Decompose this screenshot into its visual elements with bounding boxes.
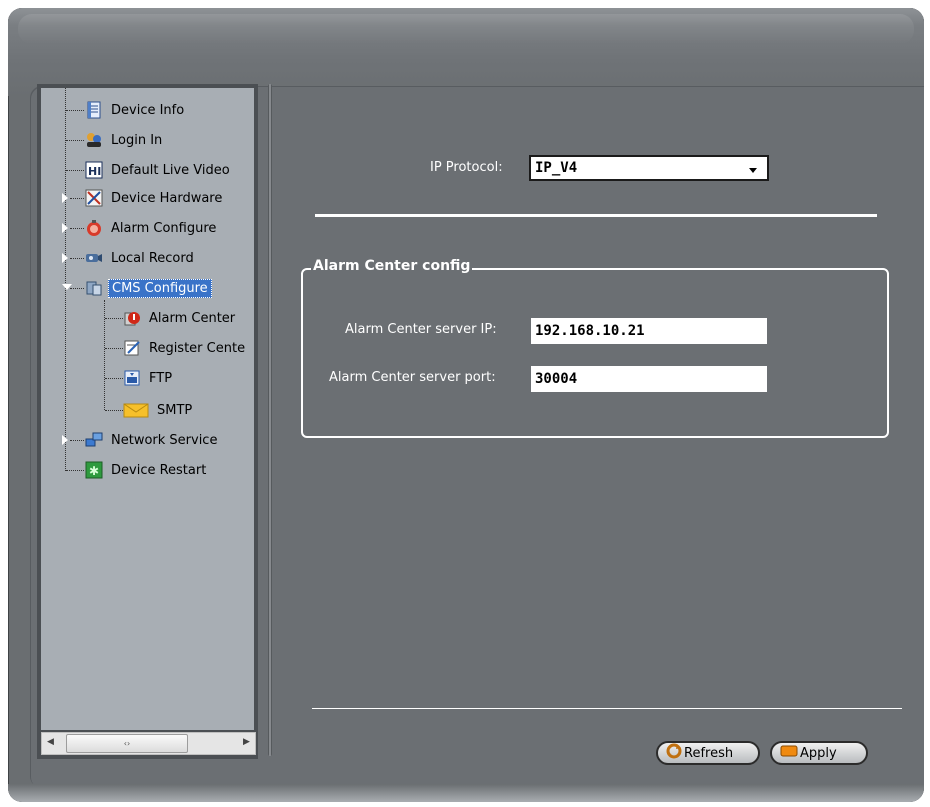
hardware-tools-icon — [85, 189, 103, 207]
tree-item-device-restart[interactable]: ✱ Device Restart — [85, 458, 209, 482]
tree-item-label: Default Live Video — [111, 162, 230, 178]
expand-icon[interactable] — [62, 193, 68, 203]
tree-connector — [65, 88, 66, 471]
tree-connector — [105, 318, 123, 319]
tree-item-login-in[interactable]: Login In — [85, 128, 165, 152]
svg-text:✱: ✱ — [89, 464, 99, 478]
tree-item-label: Local Record — [111, 250, 194, 266]
tree-connector — [70, 228, 84, 229]
tree-connector — [66, 110, 84, 111]
tree-item-register-center[interactable]: Register Cente — [123, 336, 248, 360]
tree-item-label: Login In — [111, 132, 163, 148]
tree-item-network-service[interactable]: Network Service — [85, 428, 220, 452]
refresh-button-label: Refresh — [684, 745, 734, 761]
network-icon — [85, 431, 103, 449]
section-divider — [315, 214, 877, 217]
tree-connector — [105, 378, 123, 379]
tree-item-label: Alarm Center — [149, 310, 236, 326]
tree-connector — [66, 170, 84, 171]
camera-icon — [85, 249, 103, 267]
expand-icon[interactable] — [62, 435, 68, 445]
tree-item-label: Device Restart — [111, 462, 207, 478]
tree-item-alarm-configure[interactable]: Alarm Configure — [85, 216, 219, 240]
tree-item-label: CMS Configure — [108, 278, 212, 298]
document-icon — [85, 101, 103, 119]
envelope-icon — [123, 401, 149, 419]
tree-item-default-live-video[interactable]: HI Default Live Video — [85, 158, 233, 182]
ip-protocol-label: IP Protocol: — [430, 160, 503, 175]
tree-item-device-info[interactable]: Device Info — [85, 98, 187, 122]
tree-connector — [70, 198, 84, 199]
tree-item-label: Alarm Configure — [111, 220, 217, 236]
tree-connector — [105, 348, 123, 349]
tree-connector — [66, 470, 84, 471]
server-ip-input[interactable]: 192.168.10.21 — [531, 318, 767, 344]
scroll-left-icon[interactable]: ◀ — [42, 733, 59, 752]
tree-item-label: Network Service — [111, 432, 218, 448]
tree-connector — [70, 288, 84, 289]
group-title: Alarm Center config — [311, 258, 473, 274]
tree-connector — [104, 300, 105, 410]
tree-item-device-hardware[interactable]: Device Hardware — [85, 186, 225, 210]
tree-item-label: SMTP — [157, 402, 193, 418]
tree-item-local-record[interactable]: Local Record — [85, 246, 197, 270]
tree-connector — [105, 410, 123, 411]
tree-item-cms-configure[interactable]: CMS Configure — [85, 276, 212, 300]
window-bottom-edge — [8, 784, 924, 802]
tree-horizontal-scrollbar[interactable]: ◀ ‹› ▶ — [41, 732, 256, 755]
tree-item-ftp[interactable]: FTP — [123, 366, 175, 390]
cms-icon — [85, 279, 103, 297]
tree-item-label: Register Cente — [149, 340, 246, 356]
footer-divider — [312, 708, 902, 709]
expand-icon[interactable] — [62, 253, 68, 263]
register-icon — [123, 339, 141, 357]
users-key-icon — [85, 131, 103, 149]
server-port-input[interactable]: 30004 — [531, 366, 767, 392]
scrollbar-thumb[interactable]: ‹› — [66, 734, 188, 753]
ip-protocol-value: IP_V4 — [535, 160, 578, 176]
alarm-center-icon — [123, 309, 141, 327]
tree-item-label: Device Hardware — [111, 190, 223, 206]
apply-icon — [780, 744, 798, 762]
ip-protocol-select[interactable]: IP_V4 — [529, 155, 769, 181]
refresh-icon — [666, 743, 682, 763]
restart-icon: ✱ — [85, 461, 103, 479]
ftp-icon — [123, 369, 141, 387]
video-grid-icon: HI — [85, 161, 103, 179]
server-port-label: Alarm Center server port: — [329, 370, 496, 385]
navigation-tree-panel: Device Info Login In HI Default Live Vid… — [37, 84, 258, 759]
title-bar — [8, 8, 924, 96]
collapse-icon[interactable] — [62, 284, 72, 290]
scroll-right-icon[interactable]: ▶ — [238, 733, 255, 752]
tree-connector — [66, 140, 84, 141]
apply-button-label: Apply — [800, 745, 837, 761]
tree-item-alarm-center[interactable]: Alarm Center — [123, 306, 238, 330]
alarm-center-groupbox — [301, 268, 889, 438]
tree-item-label: Device Info — [111, 102, 185, 118]
server-ip-label: Alarm Center server IP: — [345, 322, 497, 337]
expand-icon[interactable] — [62, 223, 68, 233]
tree-connector — [70, 258, 84, 259]
tree-item-label: FTP — [149, 370, 173, 386]
tree-connector — [70, 440, 84, 441]
panel-divider[interactable] — [268, 84, 272, 756]
navigation-tree: Device Info Login In HI Default Live Vid… — [41, 88, 254, 730]
refresh-button[interactable]: Refresh — [656, 741, 760, 765]
alarm-icon — [85, 219, 103, 237]
tree-item-smtp[interactable]: SMTP — [123, 398, 195, 422]
svg-text:HI: HI — [88, 165, 101, 178]
chevron-down-icon[interactable] — [749, 168, 757, 173]
apply-button[interactable]: Apply — [770, 741, 868, 765]
